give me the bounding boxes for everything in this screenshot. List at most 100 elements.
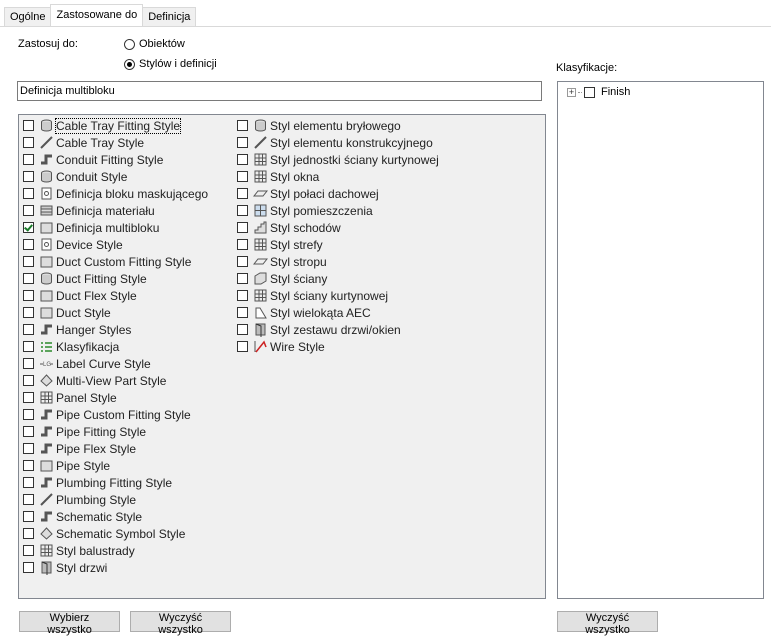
list-item-checkbox[interactable] — [237, 137, 248, 148]
list-item-checkbox[interactable] — [237, 205, 248, 216]
list-item[interactable]: Styl wielokąta AEC — [237, 304, 439, 321]
list-item[interactable]: LG Label Curve Style — [23, 355, 208, 372]
tree-item-finish[interactable]: + Finish — [567, 86, 630, 98]
list-item-checkbox[interactable] — [23, 222, 34, 233]
list-item-checkbox[interactable] — [237, 256, 248, 267]
list-item-checkbox[interactable] — [23, 120, 34, 131]
list-item[interactable]: Styl jednostki ściany kurtynowej — [237, 151, 439, 168]
list-item[interactable]: Styl stropu — [237, 253, 439, 270]
radio-styles-definitions-indicator[interactable] — [124, 58, 135, 70]
list-item[interactable]: Conduit Style — [23, 168, 208, 185]
list-item[interactable]: Duct Style — [23, 304, 208, 321]
list-item-checkbox[interactable] — [23, 426, 34, 437]
clear-all-button[interactable]: Wyczyść wszystko — [130, 611, 231, 636]
list-item[interactable]: Plumbing Fitting Style — [23, 474, 208, 491]
list-item-checkbox[interactable] — [23, 137, 34, 148]
list-item-checkbox[interactable] — [23, 154, 34, 165]
list-item[interactable]: Styl połaci dachowej — [237, 185, 439, 202]
list-item[interactable]: Duct Custom Fitting Style — [23, 253, 208, 270]
list-item-checkbox[interactable] — [23, 188, 34, 199]
list-item-checkbox[interactable] — [23, 273, 34, 284]
filter-input[interactable] — [17, 81, 542, 101]
list-item[interactable]: Definicja materiału — [23, 202, 208, 219]
list-item-checkbox[interactable] — [23, 528, 34, 539]
list-item[interactable]: Styl pomieszczenia — [237, 202, 439, 219]
list-item-checkbox[interactable] — [237, 290, 248, 301]
list-item[interactable]: Pipe Flex Style — [23, 440, 208, 457]
plumbing-icon — [39, 492, 54, 507]
list-item-checkbox[interactable] — [237, 188, 248, 199]
list-item-checkbox[interactable] — [23, 205, 34, 216]
list-item-checkbox[interactable] — [23, 375, 34, 386]
list-item-checkbox[interactable] — [23, 562, 34, 573]
list-item-checkbox[interactable] — [23, 511, 34, 522]
list-item[interactable]: Conduit Fitting Style — [23, 151, 208, 168]
list-item[interactable]: Hanger Styles — [23, 321, 208, 338]
list-item-checkbox[interactable] — [237, 273, 248, 284]
list-item-checkbox[interactable] — [237, 222, 248, 233]
list-item[interactable]: Styl ściany kurtynowej — [237, 287, 439, 304]
list-item[interactable]: Styl drzwi — [23, 559, 208, 576]
tree-item-checkbox[interactable] — [584, 86, 595, 98]
list-item-checkbox[interactable] — [23, 239, 34, 250]
tab-definition[interactable]: Definicja — [142, 7, 197, 26]
list-item[interactable]: Panel Style — [23, 389, 208, 406]
list-item-checkbox[interactable] — [237, 324, 248, 335]
list-item-checkbox[interactable] — [23, 477, 34, 488]
list-item[interactable]: Styl elementu konstrukcyjnego — [237, 134, 439, 151]
list-item[interactable]: Device Style — [23, 236, 208, 253]
list-item[interactable]: Wire Style — [237, 338, 439, 355]
list-item-checkbox[interactable] — [237, 307, 248, 318]
list-item[interactable]: Styl zestawu drzwi/okien — [237, 321, 439, 338]
list-item-checkbox[interactable] — [237, 239, 248, 250]
tab-general[interactable]: Ogólne — [4, 7, 52, 26]
list-item-label: Definicja materiału — [56, 203, 155, 218]
list-item[interactable]: Styl balustrady — [23, 542, 208, 559]
list-item[interactable]: Klasyfikacja — [23, 338, 208, 355]
list-item[interactable]: Styl ściany — [237, 270, 439, 287]
list-item[interactable]: Pipe Style — [23, 457, 208, 474]
list-item[interactable]: Schematic Symbol Style — [23, 525, 208, 542]
list-item[interactable]: Pipe Fitting Style — [23, 423, 208, 440]
list-item-checkbox[interactable] — [23, 171, 34, 182]
list-item-checkbox[interactable] — [23, 545, 34, 556]
list-item[interactable]: Duct Fitting Style — [23, 270, 208, 287]
mass-element-icon — [253, 118, 268, 133]
list-item[interactable]: Schematic Style — [23, 508, 208, 525]
list-item[interactable]: Pipe Custom Fitting Style — [23, 406, 208, 423]
list-item-checkbox[interactable] — [23, 341, 34, 352]
list-item[interactable]: Styl elementu bryłowego — [237, 117, 439, 134]
list-item[interactable]: Definicja multibloku — [23, 219, 208, 236]
list-item-checkbox[interactable] — [237, 171, 248, 182]
list-item-checkbox[interactable] — [23, 409, 34, 420]
expand-icon[interactable]: + — [567, 87, 576, 97]
list-item-checkbox[interactable] — [23, 256, 34, 267]
list-item[interactable]: Cable Tray Style — [23, 134, 208, 151]
conduit-icon — [39, 169, 54, 184]
list-item-checkbox[interactable] — [23, 392, 34, 403]
list-item[interactable]: Duct Flex Style — [23, 287, 208, 304]
list-item[interactable]: Multi-View Part Style — [23, 372, 208, 389]
clear-classifications-button[interactable]: Wyczyść wszystko — [557, 611, 658, 636]
list-item-checkbox[interactable] — [23, 494, 34, 505]
list-item-checkbox[interactable] — [237, 120, 248, 131]
list-item-checkbox[interactable] — [23, 307, 34, 318]
list-item-checkbox[interactable] — [23, 460, 34, 471]
list-item-checkbox[interactable] — [23, 324, 34, 335]
list-item-checkbox[interactable] — [237, 341, 248, 352]
radio-objects-indicator[interactable] — [124, 38, 135, 50]
list-item[interactable]: Styl okna — [237, 168, 439, 185]
list-item-checkbox[interactable] — [23, 290, 34, 301]
list-item-checkbox[interactable] — [23, 443, 34, 454]
list-item[interactable]: Styl strefy — [237, 236, 439, 253]
radio-objects[interactable]: Obiektów — [124, 38, 185, 50]
list-item[interactable]: Cable Tray Fitting Style — [23, 117, 208, 134]
list-item-checkbox[interactable] — [23, 358, 34, 369]
list-item[interactable]: Definicja bloku maskującego — [23, 185, 208, 202]
radio-styles-definitions[interactable]: Stylów i definicji — [124, 58, 217, 70]
tab-applies-to[interactable]: Zastosowane do — [50, 4, 144, 26]
list-item[interactable]: Plumbing Style — [23, 491, 208, 508]
select-all-button[interactable]: Wybierz wszystko — [19, 611, 120, 636]
list-item[interactable]: Styl schodów — [237, 219, 439, 236]
list-item-checkbox[interactable] — [237, 154, 248, 165]
